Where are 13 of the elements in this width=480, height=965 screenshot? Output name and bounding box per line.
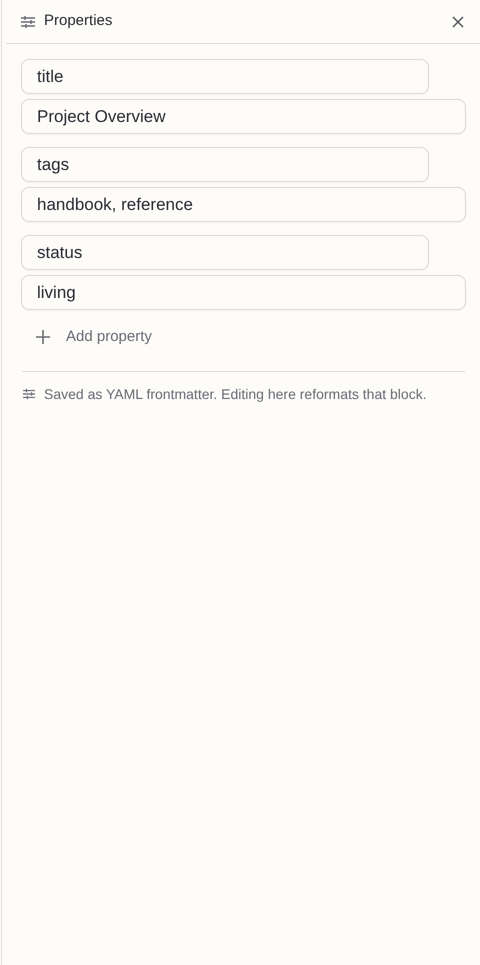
property-name-field[interactable]: tags — [21, 147, 429, 182]
add-property-button[interactable]: Add property — [21, 318, 167, 356]
panel-title: Properties — [44, 11, 112, 32]
sliders-icon — [20, 14, 36, 28]
property-name-field[interactable]: title — [21, 59, 429, 94]
property-value-field[interactable]: Project Overview — [21, 99, 466, 134]
sliders-icon — [22, 388, 36, 400]
property-name-field[interactable]: status — [21, 235, 429, 270]
property-value-field[interactable]: living — [21, 275, 466, 310]
plus-icon — [36, 330, 50, 344]
close-button[interactable] — [450, 14, 466, 30]
footer-note: Saved as YAML frontmatter. Editing here reformats that block. — [44, 384, 427, 404]
property-value-field[interactable]: handbook, reference — [21, 187, 466, 222]
